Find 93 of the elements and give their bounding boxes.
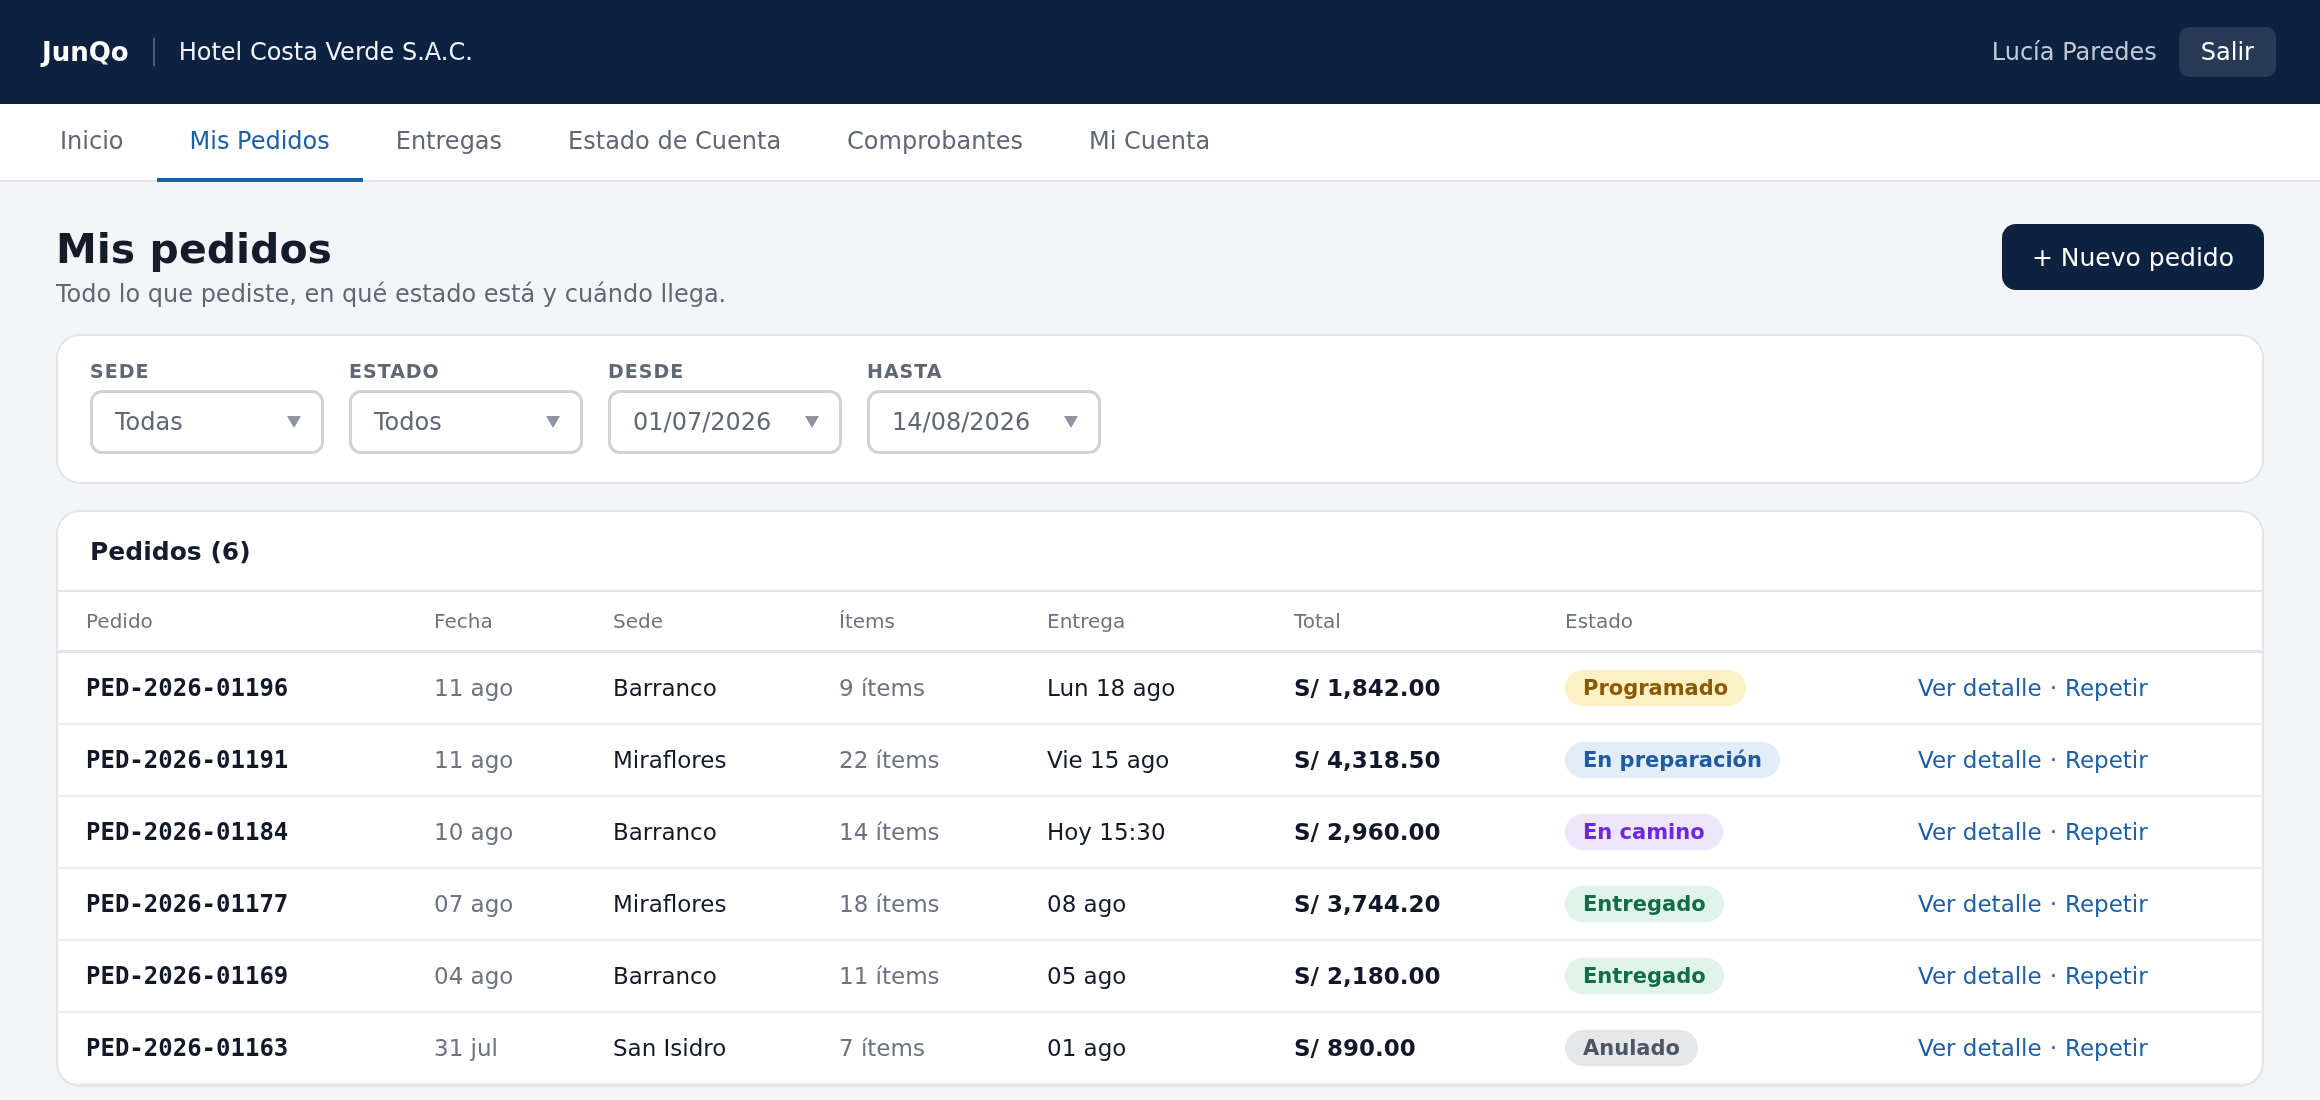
site-name: Miraflores	[613, 747, 727, 773]
order-date: 11 ago	[434, 747, 514, 773]
column-header: Pedido	[86, 609, 153, 633]
order-total: S/ 2,960.00	[1294, 819, 1441, 845]
delivery-date: 01 ago	[1047, 1035, 1127, 1061]
repeat-link[interactable]: Repetir	[2065, 891, 2148, 917]
separator-dot: ·	[2049, 819, 2057, 845]
order-date: 31 jul	[434, 1035, 498, 1061]
separator-dot: ·	[2049, 747, 2057, 773]
nav-tab[interactable]: Mis Pedidos	[156, 104, 363, 182]
status-badge: Entregado	[1565, 886, 1724, 922]
item-count: 22 ítems	[839, 747, 940, 773]
item-count: 9 ítems	[839, 675, 925, 701]
table-title: Pedidos (6)	[90, 536, 251, 566]
site-name: San Isidro	[613, 1035, 727, 1061]
dropdown[interactable]: Todas	[90, 390, 324, 454]
caret-icon	[1064, 416, 1078, 428]
repeat-link[interactable]: Repetir	[2065, 819, 2148, 845]
item-count: 11 ítems	[839, 963, 940, 989]
filter-label: DESDE	[608, 360, 686, 382]
order-total: S/ 890.00	[1294, 1035, 1416, 1061]
delivery-date: Lun 18 ago	[1047, 675, 1176, 701]
column-header: Ítems	[839, 609, 895, 633]
status-badge: Anulado	[1565, 1030, 1698, 1066]
order-id: PED-2026-01163	[86, 1034, 289, 1062]
dropdown[interactable]: 14/08/2026	[867, 390, 1101, 454]
view-details-link[interactable]: Ver detalle	[1918, 819, 2042, 845]
site-name: Miraflores	[613, 891, 727, 917]
repeat-link[interactable]: Repetir	[2065, 1035, 2148, 1061]
page-subtitle: Todo lo que pediste, en qué estado está y cuándo llega.	[56, 280, 727, 308]
separator-dot: ·	[2049, 675, 2057, 701]
delivery-date: 05 ago	[1047, 963, 1127, 989]
view-details-link[interactable]: Ver detalle	[1918, 1035, 2042, 1061]
dropdown[interactable]: 01/07/2026	[608, 390, 842, 454]
item-count: 14 ítems	[839, 819, 940, 845]
logout-button[interactable]: Salir	[2178, 27, 2276, 77]
order-total: S/ 4,318.50	[1294, 747, 1441, 773]
column-header: Total	[1294, 609, 1341, 633]
view-details-link[interactable]: Ver detalle	[1918, 675, 2042, 701]
separator-dot: ·	[2049, 891, 2057, 917]
separator-dot: ·	[2049, 963, 2057, 989]
order-id: PED-2026-01184	[86, 818, 289, 846]
dropdown[interactable]: Todos	[349, 390, 583, 454]
order-date: 11 ago	[434, 675, 514, 701]
caret-icon	[287, 416, 301, 428]
status-badge: Programado	[1565, 670, 1747, 706]
order-id: PED-2026-01196	[86, 674, 289, 702]
delivery-date: Vie 15 ago	[1047, 747, 1170, 773]
order-date: 04 ago	[434, 963, 514, 989]
item-count: 7 ítems	[839, 1035, 925, 1061]
order-id: PED-2026-01191	[86, 746, 289, 774]
company-name: Hotel Costa Verde S.A.C.	[178, 38, 473, 66]
column-header: Estado	[1565, 609, 1634, 633]
separator-dot: ·	[2049, 1035, 2057, 1061]
order-total: S/ 2,180.00	[1294, 963, 1441, 989]
order-id: PED-2026-01169	[86, 962, 289, 990]
item-count: 18 ítems	[839, 891, 940, 917]
order-id: PED-2026-01177	[86, 890, 289, 918]
nav-tab[interactable]: Inicio	[27, 104, 157, 182]
view-details-link[interactable]: Ver detalle	[1918, 963, 2042, 989]
order-date: 10 ago	[434, 819, 514, 845]
site-name: Barranco	[613, 819, 717, 845]
page-title: Mis pedidos	[56, 224, 333, 275]
nav-tab[interactable]: Estado de Cuenta	[535, 104, 815, 182]
status-badge: En preparación	[1565, 742, 1780, 778]
site-name: Barranco	[613, 963, 717, 989]
caret-icon	[546, 416, 560, 428]
order-date: 07 ago	[434, 891, 514, 917]
repeat-link[interactable]: Repetir	[2065, 675, 2148, 701]
column-header: Fecha	[434, 609, 493, 633]
nav-tab[interactable]: Mi Cuenta	[1056, 104, 1244, 182]
status-badge: Entregado	[1565, 958, 1724, 994]
status-badge: En camino	[1565, 814, 1723, 850]
user-name: Lucía Paredes	[1991, 38, 2157, 66]
column-header: Entrega	[1047, 609, 1126, 633]
view-details-link[interactable]: Ver detalle	[1918, 891, 2042, 917]
order-total: S/ 1,842.00	[1294, 675, 1441, 701]
order-total: S/ 3,744.20	[1294, 891, 1441, 917]
new-order-button[interactable]: + Nuevo pedido	[2001, 224, 2264, 290]
view-details-link[interactable]: Ver detalle	[1918, 747, 2042, 773]
delivery-date: Hoy 15:30	[1047, 819, 1166, 845]
nav-tab[interactable]: Entregas	[362, 104, 536, 182]
filter-label: SEDE	[90, 360, 151, 382]
repeat-link[interactable]: Repetir	[2065, 963, 2148, 989]
column-header: Sede	[613, 609, 663, 633]
nav-tab[interactable]: Comprobantes	[814, 104, 1057, 182]
brand-logo[interactable]: JunQo	[42, 37, 129, 67]
site-name: Barranco	[613, 675, 717, 701]
repeat-link[interactable]: Repetir	[2065, 747, 2148, 773]
filter-label: ESTADO	[349, 360, 441, 382]
filter-label: HASTA	[867, 360, 944, 382]
caret-icon	[805, 416, 819, 428]
delivery-date: 08 ago	[1047, 891, 1127, 917]
